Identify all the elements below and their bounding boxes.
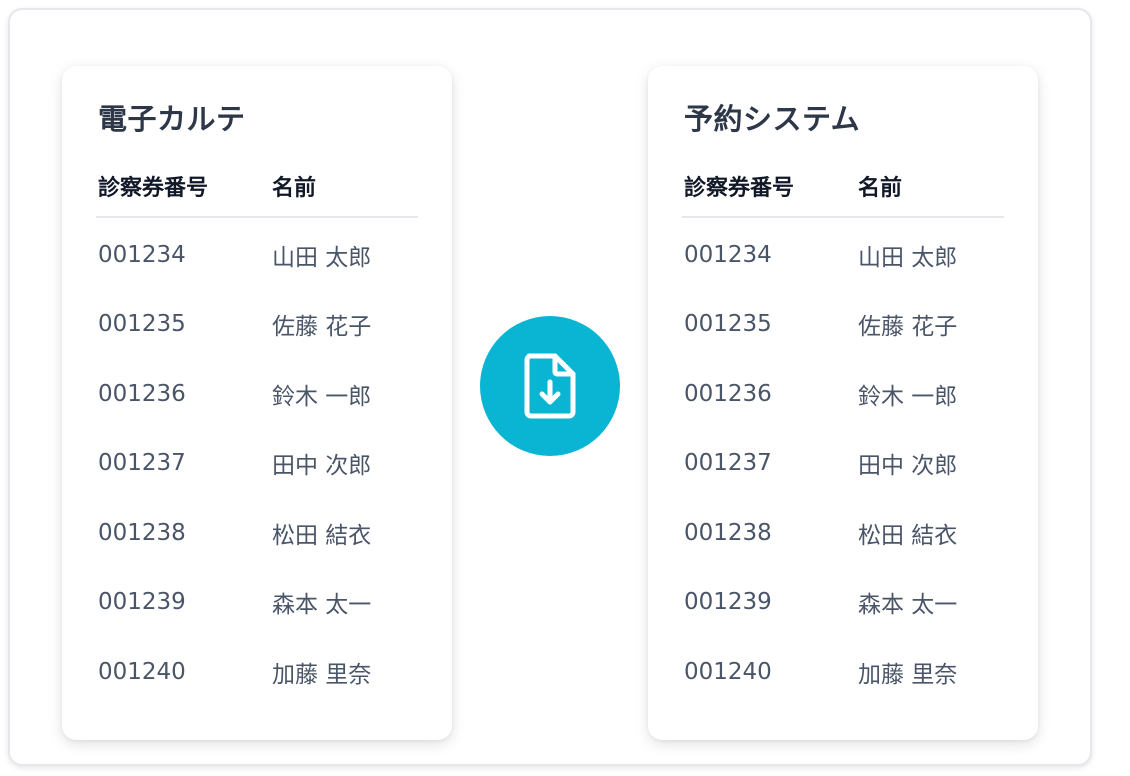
table-row: 001240 加藤 里奈 [682,637,1004,707]
patient-name: 田中 次郎 [858,453,958,480]
patient-id: 001235 [98,311,186,338]
patient-name: 鈴木 一郎 [858,383,958,410]
reservation-title: 予約システム [684,102,861,136]
patient-name: 佐藤 花子 [858,314,958,341]
reservation-table: 診察券番号 名前 001234 山田 太郎 001235 佐藤 花子 00123… [682,170,1004,707]
patient-id: 001234 [684,241,772,268]
reservation-header-id: 診察券番号 [684,176,795,201]
reservation-card: 予約システム 診察券番号 名前 001234 山田 太郎 001235 佐藤 花… [648,66,1038,740]
patient-id: 001238 [684,519,772,546]
patient-id: 001239 [98,589,186,616]
patient-id: 001234 [98,241,186,268]
patient-name: 森本 太一 [272,592,372,619]
reservation-header-name: 名前 [858,176,903,201]
patient-id: 001237 [98,450,186,477]
table-row: 001236 鈴木 一郎 [96,359,418,429]
table-row: 001238 松田 結衣 [682,498,1004,568]
table-row: 001239 森本 太一 [96,568,418,638]
table-row: 001236 鈴木 一郎 [682,359,1004,429]
table-row: 001238 松田 結衣 [96,498,418,568]
emr-header-id: 診察券番号 [98,176,209,201]
table-row: 001239 森本 太一 [682,568,1004,638]
transfer-button[interactable] [480,316,620,456]
table-row: 001240 加藤 里奈 [96,637,418,707]
patient-id: 001239 [684,589,772,616]
table-row: 001237 田中 次郎 [96,429,418,499]
emr-card: 電子カルテ 診察券番号 名前 001234 山田 太郎 001235 佐藤 花子… [62,66,452,740]
patient-id: 001238 [98,519,186,546]
patient-name: 森本 太一 [858,592,958,619]
patient-name: 松田 結衣 [272,522,372,549]
emr-table-header: 診察券番号 名前 [96,170,418,218]
patient-id: 001240 [98,658,186,685]
reservation-table-body: 001234 山田 太郎 001235 佐藤 花子 001236 鈴木 一郎 0… [682,220,1004,707]
emr-header-name: 名前 [272,176,317,201]
patient-name: 佐藤 花子 [272,314,372,341]
patient-name: 山田 太郎 [858,244,958,271]
patient-id: 001235 [684,311,772,338]
reservation-table-header: 診察券番号 名前 [682,170,1004,218]
table-row: 001234 山田 太郎 [96,220,418,290]
patient-name: 加藤 里奈 [858,661,958,688]
patient-id: 001236 [684,380,772,407]
patient-name: 鈴木 一郎 [272,383,372,410]
table-row: 001237 田中 次郎 [682,429,1004,499]
table-row: 001234 山田 太郎 [682,220,1004,290]
table-row: 001235 佐藤 花子 [96,290,418,360]
emr-table: 診察券番号 名前 001234 山田 太郎 001235 佐藤 花子 00123… [96,170,418,707]
patient-name: 田中 次郎 [272,453,372,480]
emr-title: 電子カルテ [98,102,246,136]
patient-name: 山田 太郎 [272,244,372,271]
patient-name: 加藤 里奈 [272,661,372,688]
patient-id: 001240 [684,658,772,685]
patient-id: 001237 [684,450,772,477]
patient-name: 松田 結衣 [858,522,958,549]
emr-table-body: 001234 山田 太郎 001235 佐藤 花子 001236 鈴木 一郎 0… [96,220,418,707]
table-row: 001235 佐藤 花子 [682,290,1004,360]
file-download-icon [524,353,576,419]
patient-id: 001236 [98,380,186,407]
